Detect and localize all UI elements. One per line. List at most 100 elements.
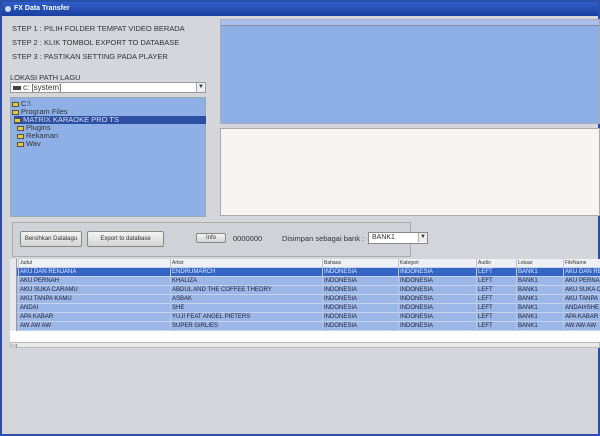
table-cell[interactable]: SUPER GIRLIES <box>170 322 322 331</box>
table-cell[interactable]: BANK1 <box>516 304 563 313</box>
column-header[interactable]: Bahasa <box>322 259 398 268</box>
table-cell[interactable]: BANK1 <box>516 313 563 322</box>
path-label: LOKASI PATH LAGU <box>10 73 81 82</box>
bank-value: BANK1 <box>372 234 395 241</box>
column-header[interactable]: Artist <box>170 259 322 268</box>
table-row[interactable]: ▶ AKU DAN RENJANA ENDRUMARCH INDONESIA INDON… <box>10 268 600 277</box>
table-cell[interactable]: INDONESIA <box>322 286 398 295</box>
row-header[interactable] <box>10 295 17 304</box>
folder-icon <box>17 125 24 131</box>
table-cell[interactable]: ANDAI <box>18 304 170 313</box>
table-cell[interactable]: LEFT <box>476 295 516 304</box>
table-cell[interactable]: ANDAI#SHE <box>563 304 600 313</box>
drive-icon <box>13 85 21 90</box>
table-cell[interactable]: AKU SUKA C <box>563 286 600 295</box>
table-cell[interactable]: LEFT <box>476 322 516 331</box>
table-cell[interactable]: ASBAK <box>170 295 322 304</box>
step-1: STEP 1 : PILIH FOLDER TEMPAT VIDEO BERAD… <box>12 24 185 33</box>
export-button[interactable]: Export to database <box>87 231 164 247</box>
clear-data-button[interactable]: Bersihkan Datalagu <box>20 231 82 247</box>
file-list-header <box>221 20 599 26</box>
node-label: Wav <box>26 139 41 148</box>
table-cell[interactable]: APA KABAR <box>563 313 600 322</box>
table-cell[interactable]: ABDUL AND THE COFFEE THEORY <box>170 286 322 295</box>
bank-select[interactable]: BANK1 ▼ <box>368 232 428 244</box>
table-cell[interactable]: BANK1 <box>516 268 563 277</box>
table-cell[interactable]: AKU DAN RENJANA <box>18 268 170 277</box>
table-cell[interactable]: APA KABAR <box>18 313 170 322</box>
table-cell[interactable]: AKU PERNAH <box>18 277 170 286</box>
folder-open-icon <box>12 101 19 107</box>
table-cell[interactable]: INDONESIA <box>322 277 398 286</box>
table-cell[interactable]: SHE <box>170 304 322 313</box>
table-cell[interactable]: INDONESIA <box>322 268 398 277</box>
folder-tree[interactable]: C:\ Program Files MATRIX KARAOKE PRO TS … <box>10 97 206 217</box>
horizontal-scrollbar[interactable] <box>10 342 600 348</box>
table-cell[interactable]: ENDRUMARCH <box>170 268 322 277</box>
table-cell[interactable]: AKU PERNAH <box>563 277 600 286</box>
column-header[interactable]: Audio <box>476 259 516 268</box>
table-cell[interactable]: INDONESIA <box>322 313 398 322</box>
table-cell[interactable]: BANK1 <box>516 295 563 304</box>
column-header[interactable]: FileName <box>563 259 600 268</box>
table-row[interactable]: APA KABAR YUJI FEAT ANGEL PIETERS INDONESI… <box>10 313 600 322</box>
table-cell[interactable]: YUJI FEAT ANGEL PIETERS <box>170 313 322 322</box>
table-cell[interactable]: LEFT <box>476 277 516 286</box>
table-cell[interactable]: AW AW AW <box>563 322 600 331</box>
table-row[interactable]: AW AW AW SUPER GIRLIES INDONESIA INDONESIA L… <box>10 322 600 331</box>
info-button[interactable]: Info <box>196 233 226 243</box>
table-row[interactable]: ANDAI SHE INDONESIA INDONESIA LEFT BANK1 ANDAI… <box>10 304 600 313</box>
table-cell[interactable]: AKU DAN RE <box>563 268 600 277</box>
table-cell[interactable]: INDONESIA <box>398 322 476 331</box>
app-window: FX Data Transfer STEP 1 : PILIH FOLDER T… <box>0 0 600 436</box>
table-row[interactable]: AKU SUKA CARAMU ABDUL AND THE COFFEE THEO… <box>10 286 600 295</box>
row-header[interactable] <box>10 259 17 268</box>
table-cell[interactable]: AKU SUKA CARAMU <box>18 286 170 295</box>
table-cell[interactable]: AKU TANPA <box>563 295 600 304</box>
chevron-down-icon[interactable]: ▼ <box>196 83 205 92</box>
table-cell[interactable]: LEFT <box>476 313 516 322</box>
table-cell[interactable]: AW AW AW <box>18 322 170 331</box>
table-cell[interactable]: BANK1 <box>516 322 563 331</box>
table-cell[interactable]: INDONESIA <box>322 322 398 331</box>
drive-value: c: [system] <box>23 83 62 92</box>
table-cell[interactable]: KHALIZA <box>170 277 322 286</box>
table-cell[interactable]: INDONESIA <box>398 304 476 313</box>
column-header[interactable]: Judul <box>18 259 170 268</box>
table-cell[interactable]: BANK1 <box>516 286 563 295</box>
table-cell[interactable]: INDONESIA <box>322 304 398 313</box>
table-row[interactable]: AKU TANPA KAMU ASBAK INDONESIA INDONESIA LEF… <box>10 295 600 304</box>
table-row[interactable]: AKU PERNAH KHALIZA INDONESIA INDONESIA LEFT B… <box>10 277 600 286</box>
title-bar: FX Data Transfer <box>2 2 598 16</box>
row-header[interactable] <box>10 277 17 286</box>
table-cell[interactable]: INDONESIA <box>398 295 476 304</box>
table-cell[interactable]: INDONESIA <box>398 286 476 295</box>
songs-table[interactable]: Judul Artist Bahasa Kategori Audio Lokasi File… <box>10 259 600 342</box>
table-cell[interactable]: INDONESIA <box>398 277 476 286</box>
step-3: STEP 3 : PASTIKAN SETTING PADA PLAYER <box>12 52 168 61</box>
window-title: FX Data Transfer <box>14 5 70 12</box>
table-header-row[interactable]: Judul Artist Bahasa Kategori Audio Lokasi File… <box>10 259 600 268</box>
table-cell[interactable]: INDONESIA <box>398 268 476 277</box>
chevron-down-icon[interactable]: ▼ <box>418 233 427 242</box>
table-cell[interactable]: LEFT <box>476 286 516 295</box>
tree-node[interactable]: Wav <box>17 140 41 148</box>
table-cell[interactable]: LEFT <box>476 304 516 313</box>
column-header[interactable]: Lokasi <box>516 259 563 268</box>
row-header[interactable] <box>10 304 17 313</box>
step-2: STEP 2 : KLIK TOMBOL EXPORT TO DATABASE <box>12 38 180 47</box>
current-row-indicator-icon[interactable]: ▶ <box>10 268 17 277</box>
table-cell[interactable]: BANK1 <box>516 277 563 286</box>
table-cell[interactable]: AKU TANPA KAMU <box>18 295 170 304</box>
table-cell[interactable]: LEFT <box>476 268 516 277</box>
row-header[interactable] <box>10 322 17 331</box>
row-header[interactable] <box>10 313 17 322</box>
log-panel[interactable] <box>220 128 600 216</box>
table-cell[interactable]: INDONESIA <box>398 313 476 322</box>
row-header[interactable] <box>10 286 17 295</box>
drive-select[interactable]: c: [system] ▼ <box>10 82 206 93</box>
column-header[interactable]: Kategori <box>398 259 476 268</box>
table-cell[interactable]: INDONESIA <box>322 295 398 304</box>
file-list-panel[interactable] <box>220 19 600 124</box>
scroll-left-icon[interactable] <box>11 344 17 348</box>
